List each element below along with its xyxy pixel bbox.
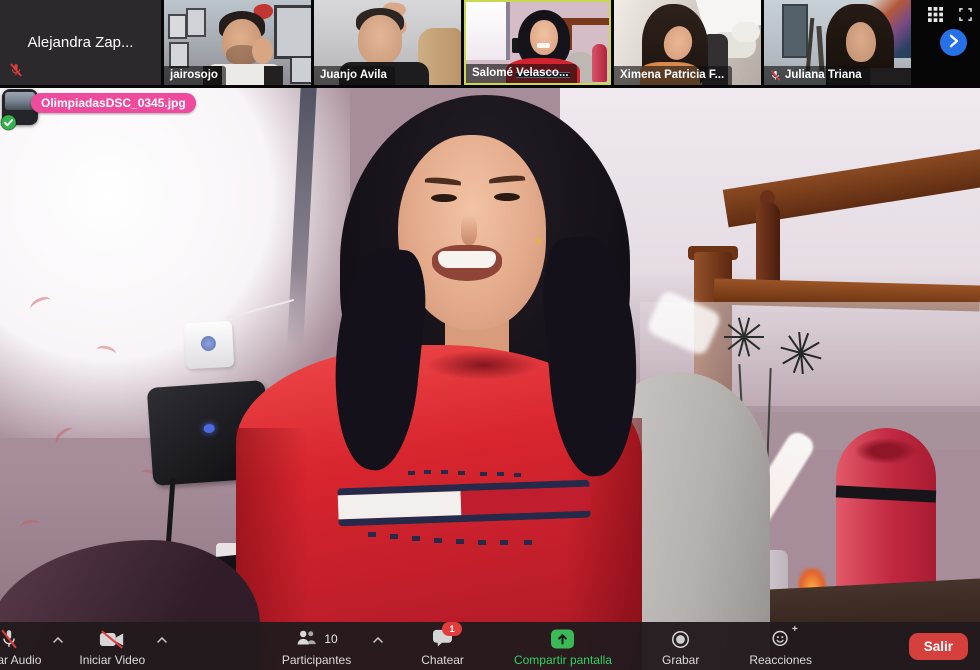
leave-button[interactable]: Salir (909, 633, 968, 660)
participant-tile-juanjo[interactable]: Juanjo Avila (314, 0, 461, 85)
participant-tile-alejandra[interactable]: Alejandra Zap... (0, 0, 161, 85)
participant-tile-salome[interactable]: Salomé Velasco... (464, 0, 611, 85)
wood-sculpture (756, 202, 780, 290)
camera-off-icon (99, 629, 125, 649)
plus-icon: + (792, 625, 798, 635)
participants-button[interactable]: 10 Participantes (276, 624, 377, 668)
record-button[interactable]: Grabar (656, 624, 705, 668)
reactions-button[interactable]: + Reacciones (743, 624, 818, 668)
participant-tile-juliana[interactable]: Juliana Triana (764, 0, 911, 85)
participants-count: 10 (324, 632, 337, 646)
toolbar-center-group: 10 Participantes 1 Chatear Compartir pan… (242, 624, 818, 668)
chat-unread-badge: 1 (442, 622, 462, 636)
grid-icon (928, 10, 943, 25)
fullscreen-button[interactable] (959, 8, 972, 21)
start-video-button[interactable]: Iniciar Video (73, 624, 151, 668)
participant-tile-ximena[interactable]: Ximena Patricia F... (614, 0, 761, 85)
record-icon (671, 629, 690, 649)
participant-name-label: Alejandra Zap... (28, 34, 134, 51)
reactions-smiley-icon (771, 628, 791, 650)
participant-name-label: Ximena Patricia F... (614, 66, 732, 85)
mic-muted-icon (0, 629, 20, 649)
file-name-pill: OlimpiadasDSC_0345.jpg (31, 93, 196, 113)
main-video-feed: OlimpiadasDSC_0345.jpg (0, 88, 980, 670)
mat-strap (836, 485, 936, 502)
participant-name-label: Juanjo Avila (314, 66, 395, 85)
toolbar-left-group: Iniciar Audio Iniciar Video (0, 624, 151, 668)
muted-mic-icon (770, 70, 781, 81)
check-badge-icon (0, 114, 17, 131)
participant-name-label: jairosojo (164, 66, 226, 85)
meeting-toolbar: Iniciar Audio Iniciar Video 10 Participa… (0, 622, 980, 670)
filmstrip-controls (914, 0, 980, 88)
participant-tile-jairosojo[interactable]: jairosojo (164, 0, 311, 85)
earring (536, 238, 541, 244)
audio-options-chevron[interactable] (51, 635, 65, 645)
participant-filmstrip: Alejandra Zap... jairoso (0, 0, 980, 88)
participants-icon (295, 630, 318, 648)
shared-file-chip[interactable]: OlimpiadasDSC_0345.jpg (2, 89, 242, 129)
video-options-chevron[interactable] (155, 635, 169, 645)
participants-options-chevron[interactable] (371, 635, 385, 645)
chat-button[interactable]: 1 Chatear (415, 624, 470, 668)
zoom-meeting-window: Alejandra Zap... jairoso (0, 0, 980, 670)
chevron-right-icon (948, 34, 959, 51)
wall-adapter (184, 321, 234, 369)
mute-audio-button[interactable]: Iniciar Audio (0, 624, 47, 668)
share-screen-icon (550, 629, 575, 649)
participant-name-label: Salomé Velasco... (466, 64, 577, 83)
participant-name-label: Juliana Triana (764, 66, 870, 85)
muted-mic-icon (9, 63, 23, 77)
fullscreen-icon (959, 9, 972, 24)
share-screen-button[interactable]: Compartir pantalla (508, 624, 618, 668)
next-participants-button[interactable] (940, 29, 967, 56)
gallery-view-button[interactable] (928, 7, 943, 22)
dried-plant (762, 326, 838, 382)
